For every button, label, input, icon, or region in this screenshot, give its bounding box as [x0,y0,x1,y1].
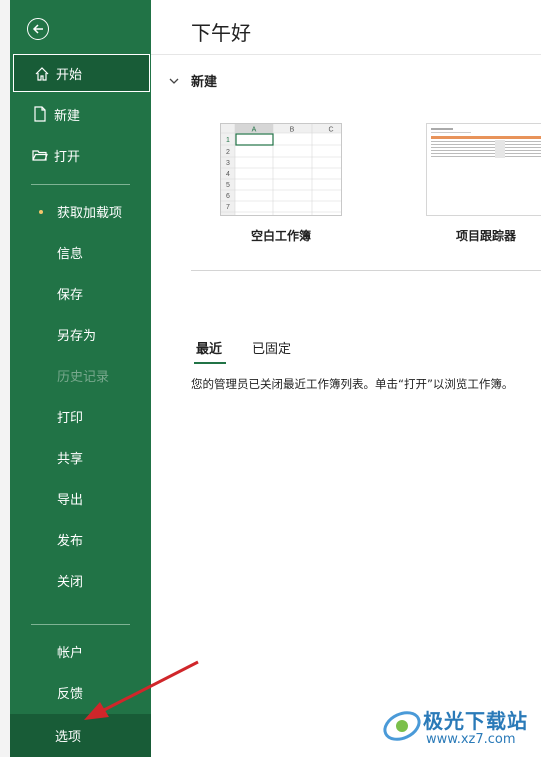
watermark-text: 极光下载站 [423,709,528,733]
annotation-arrow [84,660,199,720]
watermark-url: www.xz7.com [426,732,516,747]
